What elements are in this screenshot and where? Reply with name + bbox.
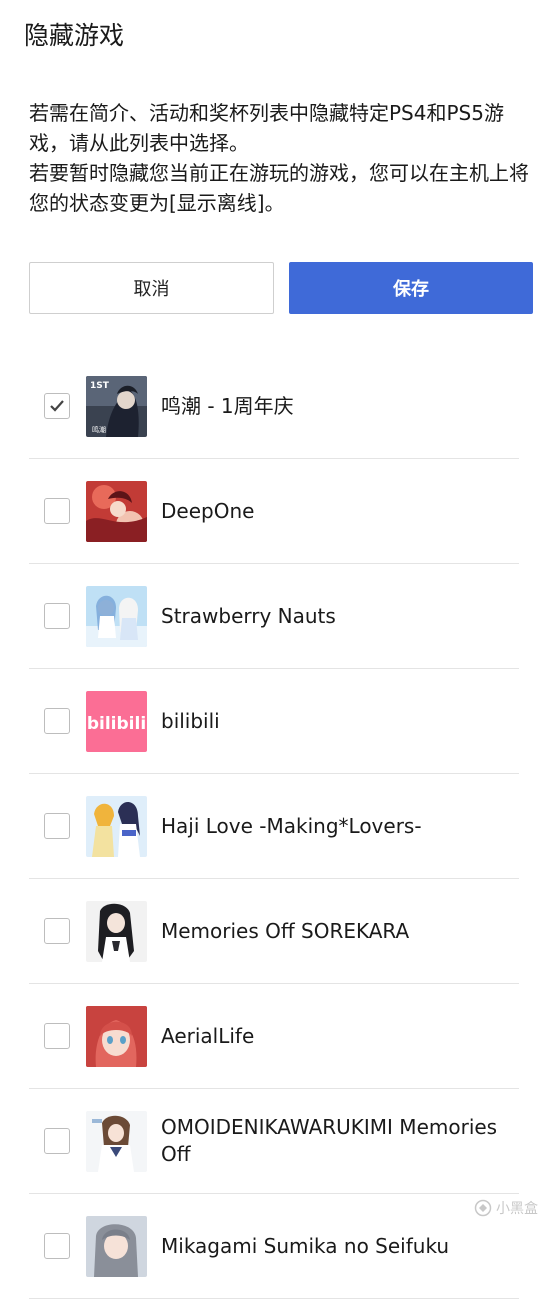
strawberry-nauts-thumbnail [86, 585, 147, 647]
omoidenikawarukimi-thumbnail [86, 1110, 147, 1172]
game-list: 1ST 鸣潮 鸣潮 - 1周年庆 DeepOne Strawberry Naut… [29, 354, 519, 1299]
memories-off-sorekara-thumbnail [86, 900, 147, 962]
svg-text:bilibili: bilibili [87, 714, 146, 734]
watermark: 小黑盒 [474, 1198, 538, 1218]
game-title: Haji Love -Making*Lovers- [161, 813, 422, 838]
svg-text:鸣潮: 鸣潮 [92, 425, 106, 434]
game-title: 鸣潮 - 1周年庆 [161, 393, 294, 418]
svg-text:1ST: 1ST [90, 381, 110, 391]
haji-love-thumbnail [86, 795, 147, 857]
game-checkbox[interactable] [44, 603, 70, 629]
wuthering-waves-thumbnail: 1ST 鸣潮 [86, 375, 147, 437]
game-title: OMOIDENIKAWARUKIMI Memories Off [161, 1115, 498, 1166]
description: 若需在简介、活动和奖杯列表中隐藏特定PS4和PS5游戏，请从此列表中选择。 若要… [29, 98, 534, 218]
game-checkbox[interactable] [44, 813, 70, 839]
description-line-2: 若要暂时隐藏您当前正在游玩的游戏，您可以在主机上将您的状态变更为[显示离线]。 [29, 161, 529, 215]
game-checkbox[interactable] [44, 1023, 70, 1049]
game-checkbox[interactable] [44, 708, 70, 734]
game-row[interactable]: OMOIDENIKAWARUKIMI Memories Off [29, 1089, 519, 1194]
bilibili-thumbnail: bilibili [86, 690, 147, 752]
game-checkbox[interactable] [44, 1128, 70, 1154]
game-checkbox[interactable] [44, 393, 70, 419]
watermark-text: 小黑盒 [496, 1201, 538, 1217]
description-line-1: 若需在简介、活动和奖杯列表中隐藏特定PS4和PS5游戏，请从此列表中选择。 [29, 101, 504, 155]
game-title: Strawberry Nauts [161, 603, 336, 628]
game-checkbox[interactable] [44, 918, 70, 944]
page-title: 隐藏游戏 [24, 21, 125, 50]
checkmark-icon [50, 400, 64, 412]
game-row[interactable]: DeepOne [29, 459, 519, 564]
game-row[interactable]: Mikagami Sumika no Seifuku [29, 1194, 519, 1299]
save-button[interactable]: 保存 [289, 262, 533, 314]
game-row[interactable]: bilibili bilibili [29, 669, 519, 774]
game-title: DeepOne [161, 498, 255, 523]
game-title: AerialLife [161, 1023, 255, 1048]
deepone-thumbnail [86, 480, 147, 542]
mikagami-sumika-thumbnail [86, 1215, 147, 1277]
cancel-button[interactable]: 取消 [29, 262, 274, 314]
game-row[interactable]: Memories Off SOREKARA [29, 879, 519, 984]
game-title: bilibili [161, 708, 220, 733]
game-row[interactable]: Strawberry Nauts [29, 564, 519, 669]
game-row[interactable]: AerialLife [29, 984, 519, 1089]
game-title: Mikagami Sumika no Seifuku [161, 1233, 450, 1258]
game-checkbox[interactable] [44, 498, 70, 524]
game-row[interactable]: Haji Love -Making*Lovers- [29, 774, 519, 879]
game-checkbox[interactable] [44, 1233, 70, 1259]
game-title: Memories Off SOREKARA [161, 918, 410, 943]
game-row[interactable]: 1ST 鸣潮 鸣潮 - 1周年庆 [29, 354, 519, 459]
aeriallife-thumbnail [86, 1005, 147, 1067]
heybox-logo-icon [474, 1199, 492, 1217]
